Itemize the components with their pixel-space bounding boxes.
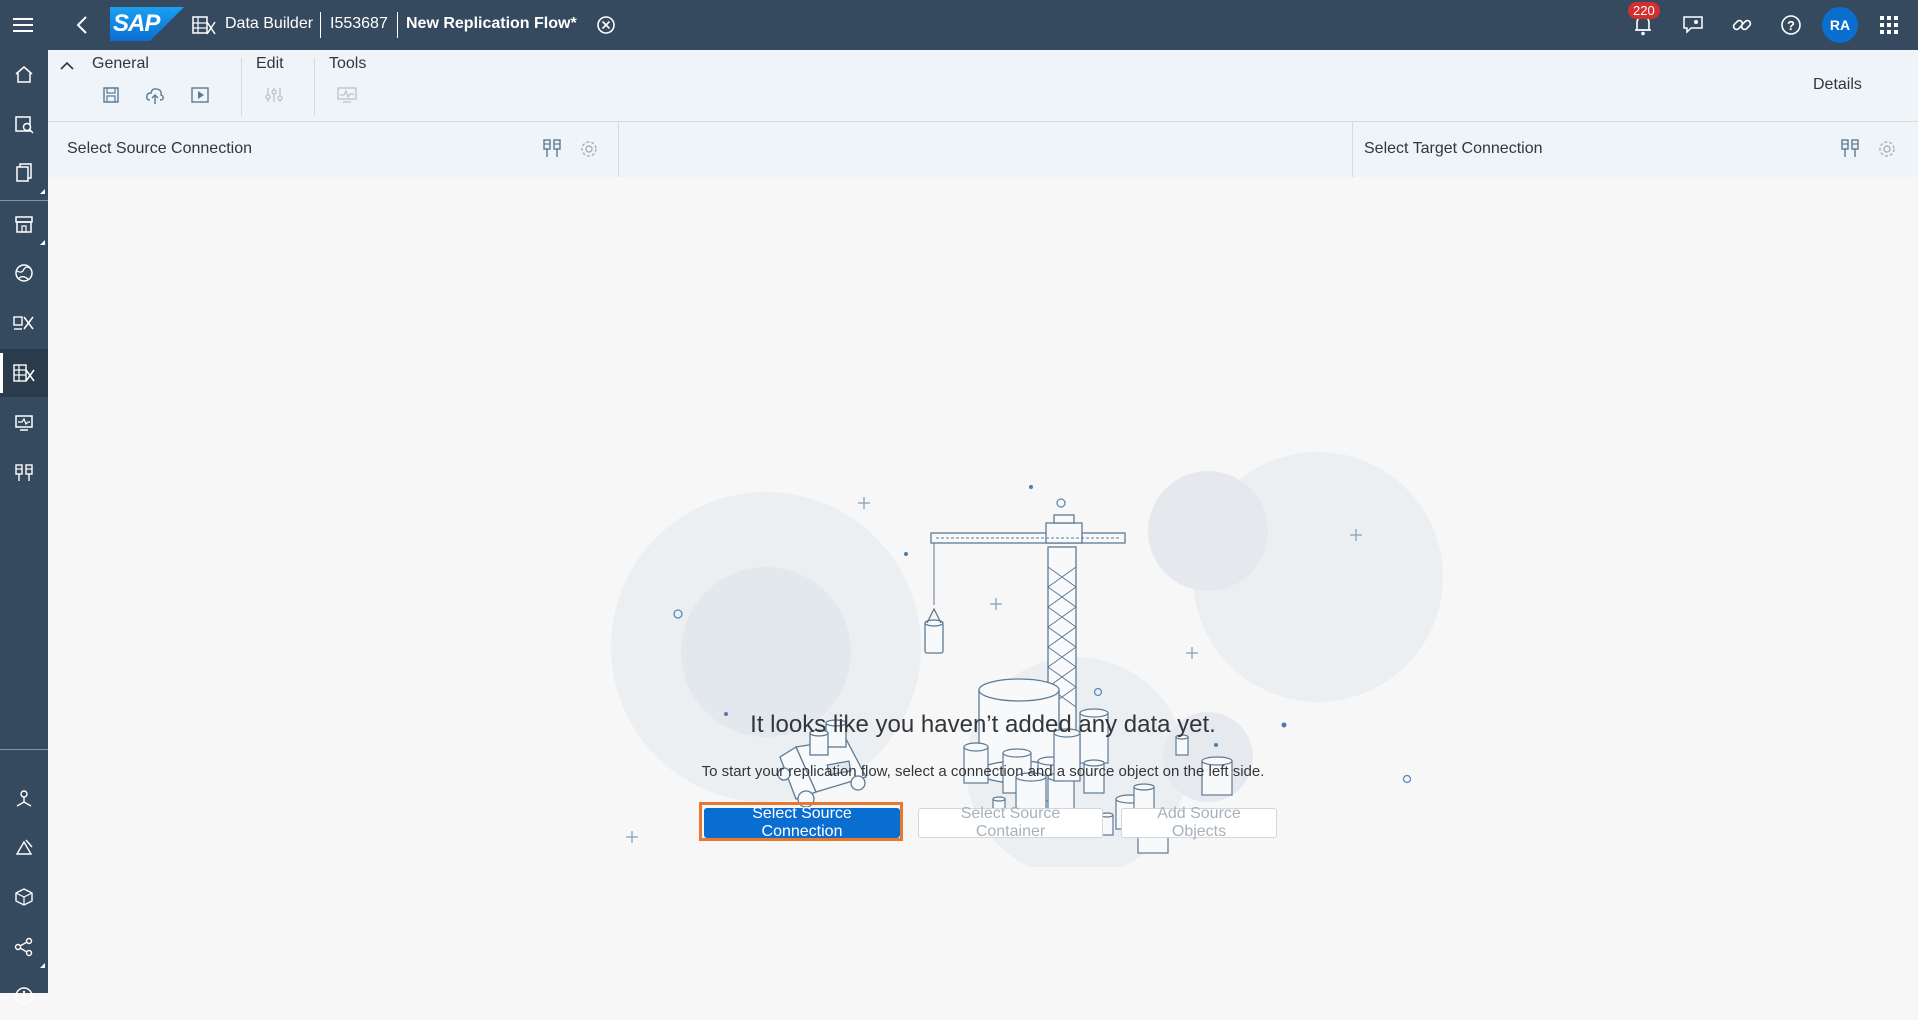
mapping-panel-header	[619, 122, 1352, 178]
nav-connections[interactable]	[0, 449, 48, 497]
expand-indicator	[40, 189, 45, 194]
store-icon	[15, 216, 33, 233]
connections-icon	[543, 139, 561, 157]
business-builder-icon	[13, 316, 34, 330]
space-id[interactable]: I553687	[330, 15, 388, 33]
nav-marketplace[interactable]	[0, 200, 48, 248]
add-source-objects-button[interactable]: Add Source Objects	[1121, 805, 1277, 840]
sliders-icon	[265, 88, 283, 102]
access-control-icon	[16, 790, 32, 807]
toolbar-group-tools: Tools	[329, 55, 367, 72]
nav-transport[interactable]	[0, 823, 48, 871]
nav-home[interactable]	[0, 50, 48, 98]
notification-badge: 220	[1628, 2, 1660, 19]
feedback-icon	[1683, 16, 1703, 34]
source-connections-button[interactable]	[542, 139, 562, 164]
data-builder-icon	[192, 14, 216, 41]
nav-semantic-onboarding[interactable]	[0, 249, 48, 297]
empty-state-title: It looks like you haven’t added any data…	[750, 711, 1216, 738]
select-source-container-button[interactable]: Select Source Container	[918, 805, 1103, 840]
info-icon	[15, 987, 33, 1005]
nav-repository[interactable]	[0, 149, 48, 197]
sap-logo[interactable]: SAP	[110, 7, 184, 41]
book-icon	[16, 163, 32, 182]
deploy-button[interactable]	[143, 83, 167, 107]
data-builder-nav-icon	[13, 364, 35, 382]
source-panel-title: Select Source Connection	[67, 140, 252, 157]
help-button[interactable]: ?	[1776, 0, 1806, 50]
source-settings-button[interactable]	[579, 139, 599, 164]
menu-button[interactable]	[0, 0, 46, 50]
details-button[interactable]: Details	[1813, 76, 1862, 94]
monitor-icon	[15, 415, 33, 431]
monitor-tool-button	[335, 83, 359, 107]
nav-space-management[interactable]	[0, 873, 48, 921]
target-settings-button[interactable]	[1877, 139, 1897, 164]
target-panel-title: Select Target Connection	[1364, 140, 1543, 157]
nav-data-builder[interactable]	[0, 349, 48, 397]
toolbar-group-edit: Edit	[256, 55, 284, 72]
globe-icon	[15, 264, 33, 282]
back-arrow-icon	[76, 16, 87, 34]
grid-icon	[1880, 16, 1898, 34]
notification-count: 220	[1633, 3, 1655, 18]
run-button[interactable]	[188, 83, 212, 107]
save-icon	[103, 87, 119, 103]
gear-icon	[1879, 141, 1895, 157]
title-separator	[320, 12, 321, 38]
hamburger-icon	[13, 18, 33, 32]
feedback-button[interactable]	[1678, 0, 1708, 50]
nav-data-integration-monitor[interactable]	[0, 399, 48, 447]
app-name[interactable]: Data Builder	[225, 15, 313, 33]
svg-text:?: ?	[1787, 18, 1795, 33]
tools-icon	[15, 839, 33, 855]
catalog-search-icon	[15, 116, 34, 134]
toolbar-group-general: General	[92, 55, 149, 72]
save-button[interactable]	[99, 83, 123, 107]
user-avatar[interactable]: RA	[1822, 7, 1858, 43]
empty-state-subtitle: To start your replication flow, select a…	[701, 763, 1265, 780]
close-document-button[interactable]	[594, 0, 618, 50]
source-panel-header: Select Source Connection	[48, 122, 619, 178]
product-switch-button[interactable]	[1874, 0, 1904, 50]
editor-toolbar: General Edit Tools Details	[48, 50, 1918, 122]
home-icon	[15, 66, 33, 83]
gear-icon	[581, 141, 597, 157]
cloud-upload-icon	[146, 88, 164, 104]
replication-canvas: It looks like you haven’t added any data…	[48, 177, 1918, 993]
select-source-connection-button[interactable]: Select Source Connection	[704, 805, 900, 840]
nav-business-builder[interactable]	[0, 299, 48, 347]
edit-settings-button	[262, 83, 286, 107]
avatar-initials: RA	[1829, 17, 1851, 33]
chevron-up-icon	[60, 61, 74, 70]
support-button[interactable]	[1727, 0, 1757, 50]
collapse-toolbar-button[interactable]	[60, 58, 76, 74]
nav-system-information[interactable]	[0, 972, 48, 1020]
link-chain-icon	[1732, 19, 1752, 31]
play-icon	[191, 87, 209, 103]
share-icon	[14, 937, 33, 957]
target-connections-button[interactable]	[1840, 139, 1860, 164]
toolbar-separator	[241, 58, 242, 116]
nav-catalog[interactable]	[0, 100, 48, 148]
title-separator	[397, 12, 398, 38]
monitor-chart-icon	[337, 87, 357, 103]
nav-sharing[interactable]	[0, 923, 48, 971]
expand-indicator	[40, 240, 45, 245]
document-title: New Replication Flow*	[406, 15, 577, 32]
toolbar-separator	[314, 58, 315, 116]
sap-logo-text: SAP	[113, 10, 160, 37]
expand-indicator	[40, 963, 45, 968]
shell-bar: SAP Data Builder I553687 New Replication…	[0, 0, 1918, 50]
nav-data-access-controls[interactable]	[0, 774, 48, 822]
connections-icon	[15, 464, 33, 481]
cube-icon	[15, 888, 33, 906]
nav-separator	[0, 749, 48, 750]
back-button[interactable]	[62, 0, 102, 50]
side-navigation	[0, 50, 48, 1005]
close-circle-icon	[597, 16, 615, 34]
connections-icon	[1841, 139, 1859, 157]
target-panel-header: Select Target Connection	[1352, 122, 1918, 178]
help-icon: ?	[1781, 15, 1801, 35]
